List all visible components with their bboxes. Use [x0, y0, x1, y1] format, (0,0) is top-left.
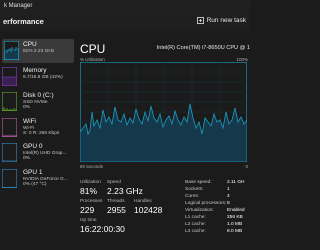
detail-value: 256 KB: [227, 215, 243, 220]
sidebar-item-label: CPU: [23, 41, 37, 48]
detail-value: 1.0 MB: [227, 222, 243, 227]
wifi-thumbnail-graph: [2, 118, 17, 137]
uptime-value: 16:22:00:30: [80, 224, 125, 234]
cpu-model-name: Intel(R) Core(TM) i7-8650U CPU @ 1: [156, 45, 250, 51]
memory-thumbnail-graph: [2, 67, 17, 86]
time-axis-start: 60 seconds: [80, 164, 104, 169]
detail-key: Sockets:: [185, 187, 204, 192]
utilization-label: Utilization: [80, 180, 101, 185]
detail-key: L1 cache:: [185, 215, 206, 220]
detail-value: 4: [227, 194, 230, 199]
detail-key: L3 cache:: [185, 229, 206, 234]
gpu1-thumbnail-graph: [2, 169, 17, 188]
sidebar-item-detail: SSD NVMe 0%: [23, 100, 48, 111]
page-header: erformance Run new task: [0, 13, 250, 31]
run-task-icon: [196, 17, 204, 24]
utilization-value: 81%: [80, 186, 98, 196]
detail-value: 8.0 MB: [227, 229, 243, 234]
cpu-thumbnail-graph: [4, 41, 19, 60]
sidebar-item-detail: 81% 2.23 GHz: [23, 49, 55, 54]
sidebar-item-cpu[interactable]: CPU 81% 2.23 GHz: [2, 39, 74, 63]
gpu0-thumbnail-graph: [2, 143, 17, 162]
detail-value: 1: [227, 187, 230, 192]
window-title: k Manager: [4, 3, 33, 9]
processes-value: 229: [80, 205, 95, 215]
detail-key: Cores:: [185, 194, 200, 199]
disk-thumbnail-graph: [2, 92, 17, 111]
threads-value: 2955: [107, 205, 126, 215]
sidebar-item-label: GPU 0: [23, 143, 43, 150]
title-bar: k Manager: [0, 0, 250, 13]
cpu-detail-panel: CPU Intel(R) Core(TM) i7-8650U CPU @ 1 %…: [80, 37, 250, 250]
threads-label: Threads: [107, 199, 125, 204]
sidebar-item-detail: NVIDIA GeForce G... 0% (47 °C): [23, 177, 68, 188]
detail-value: 2.11 GH: [227, 180, 245, 185]
sidebar-item-label: GPU 1: [23, 169, 43, 176]
detail-key: Logical processors:: [185, 201, 227, 206]
time-axis-end: 0: [245, 164, 248, 169]
section-title: erformance: [3, 17, 44, 26]
resource-sidebar: CPU 81% 2.23 GHz Memory 6.7/15.8 GB (42%…: [0, 37, 76, 250]
speed-label: Speed: [107, 180, 121, 185]
cpu-utilization-graph: [80, 62, 247, 162]
detail-value: 8: [227, 201, 230, 206]
handles-value: 102428: [134, 205, 163, 215]
uptime-label: Up time: [80, 218, 97, 223]
panel-title: CPU: [80, 42, 106, 56]
sidebar-item-memory[interactable]: Memory 6.7/15.8 GB (42%): [2, 65, 74, 89]
detail-value: Enabled: [227, 208, 245, 213]
detail-key: L2 cache:: [185, 222, 206, 227]
sidebar-item-wifi[interactable]: WiFi Wi-Fi S: 0 R: 256 Kbps: [2, 116, 74, 140]
sidebar-item-gpu0[interactable]: GPU 0 Intel(R) UHD Grap... 0%: [2, 141, 74, 165]
sidebar-item-detail: Intel(R) UHD Grap... 0%: [23, 151, 67, 162]
run-new-task-label: Run new task: [206, 17, 246, 24]
sidebar-item-detail: Wi-Fi S: 0 R: 256 Kbps: [23, 126, 60, 137]
detail-key: Base speed:: [185, 180, 212, 185]
speed-value: 2.23 GHz: [107, 186, 143, 196]
sidebar-item-label: Disk 0 (C:): [23, 92, 54, 99]
sidebar-item-detail: 6.7/15.8 GB (42%): [23, 75, 63, 80]
sidebar-item-disk[interactable]: Disk 0 (C:) SSD NVMe 0%: [2, 90, 74, 114]
sidebar-item-gpu1[interactable]: GPU 1 NVIDIA GeForce G... 0% (47 °C): [2, 167, 74, 191]
detail-key: Virtualization:: [185, 208, 214, 213]
sidebar-item-label: WiFi: [23, 118, 36, 125]
run-new-task-button[interactable]: Run new task: [196, 17, 246, 24]
processes-label: Processes: [80, 199, 103, 204]
sidebar-item-label: Memory: [23, 67, 47, 74]
handles-label: Handles: [134, 199, 152, 204]
